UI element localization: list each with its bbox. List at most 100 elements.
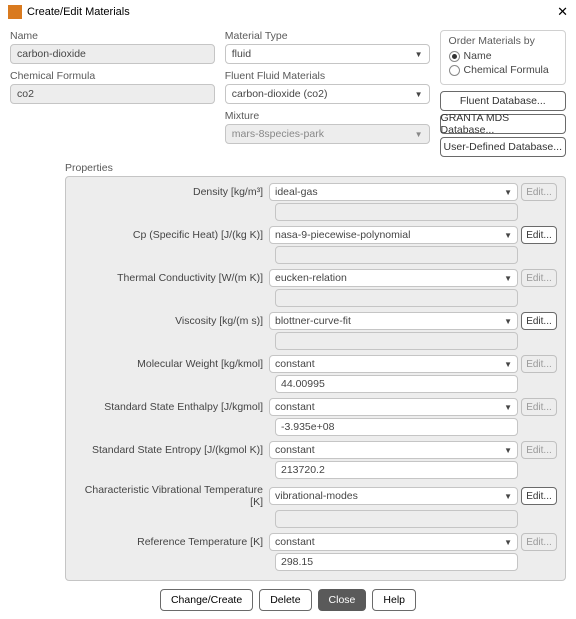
order-by-name-radio[interactable]: Name	[449, 50, 557, 62]
window-title: Create/Edit Materials	[27, 6, 557, 18]
property-method-dropdown[interactable]: constant▼	[269, 441, 518, 459]
order-by-formula-text: Chemical Formula	[464, 64, 549, 76]
chevron-down-icon: ▼	[504, 403, 512, 412]
property-value-field[interactable]: 298.15	[275, 553, 518, 571]
radio-icon	[449, 51, 460, 62]
property-row: Viscosity [kg/(m s)] blottner-curve-fit ▼ E…	[74, 312, 557, 330]
property-method-dropdown[interactable]: constant▼	[269, 355, 518, 373]
chevron-down-icon: ▼	[415, 130, 423, 139]
chevron-down-icon: ▼	[415, 50, 423, 59]
property-method-dropdown[interactable]: nasa-9-piecewise-polynomial▼	[269, 226, 518, 244]
order-by-group: Order Materials by Name Chemical Formula	[440, 30, 566, 85]
property-label: Viscosity [kg/(m s)]	[74, 315, 269, 327]
property-label: Standard State Enthalpy [J/kgmol]	[74, 401, 269, 413]
property-method-dropdown[interactable]: eucken-relation ▼	[269, 269, 518, 287]
property-label: Reference Temperature [K]	[74, 536, 269, 548]
edit-button: Edit...	[521, 441, 557, 459]
material-type-dropdown[interactable]: fluid ▼	[225, 44, 430, 64]
property-value-row: -3.935e+08	[74, 418, 557, 436]
property-method-dropdown[interactable]: blottner-curve-fit ▼	[269, 312, 518, 330]
property-label: Cp (Specific Heat) [J/(kg K)]	[74, 229, 269, 241]
chevron-down-icon: ▼	[504, 231, 512, 240]
formula-field[interactable]: co2	[10, 84, 215, 104]
material-type-label: Material Type	[225, 30, 430, 42]
property-row: Molecular Weight [kg/kmol]constant▼Edit.…	[74, 355, 557, 373]
property-method-value: blottner-curve-fit	[275, 315, 351, 327]
footer: Change/Create Delete Close Help	[0, 581, 576, 619]
properties-box: Density [kg/m³]ideal-gas▼Edit...Cp (Spec…	[65, 176, 566, 581]
property-value-row	[74, 289, 557, 307]
chevron-down-icon: ▼	[504, 492, 512, 501]
property-value-field	[275, 332, 518, 350]
change-create-button[interactable]: Change/Create	[160, 589, 253, 611]
property-value-row	[74, 510, 557, 528]
properties-label: Properties	[65, 162, 566, 174]
material-type-value: fluid	[232, 48, 251, 60]
close-button[interactable]: Close	[318, 589, 367, 611]
order-by-label: Order Materials by	[449, 35, 557, 47]
property-value-row	[74, 332, 557, 350]
help-button[interactable]: Help	[372, 589, 416, 611]
edit-button: Edit...	[521, 269, 557, 287]
property-label: Density [kg/m³]	[74, 186, 269, 198]
property-method-value: eucken-relation	[275, 272, 347, 284]
chevron-down-icon: ▼	[504, 360, 512, 369]
property-value-field	[275, 203, 518, 221]
property-method-dropdown[interactable]: constant ▼	[269, 398, 518, 416]
property-value-row: 298.15	[74, 553, 557, 571]
property-method-value: constant	[275, 536, 315, 548]
edit-button[interactable]: Edit...	[521, 312, 557, 330]
property-row: Density [kg/m³]ideal-gas▼Edit...	[74, 183, 557, 201]
fluent-materials-label: Fluent Fluid Materials	[225, 70, 430, 82]
property-value-row	[74, 246, 557, 264]
radio-icon	[449, 65, 460, 76]
name-field[interactable]: carbon-dioxide	[10, 44, 215, 64]
property-label: Characteristic Vibrational Temperature […	[74, 484, 269, 508]
edit-button[interactable]: Edit...	[521, 226, 557, 244]
property-row: Cp (Specific Heat) [J/(kg K)]nasa-9-piec…	[74, 226, 557, 244]
app-icon	[8, 5, 22, 19]
delete-button[interactable]: Delete	[259, 589, 311, 611]
property-row: Reference Temperature [K]constant▼Edit..…	[74, 533, 557, 551]
property-value-field[interactable]: 44.00995	[275, 375, 518, 393]
order-by-name-text: Name	[464, 50, 492, 62]
fluent-materials-value: carbon-dioxide (co2)	[232, 88, 328, 100]
edit-button: Edit...	[521, 398, 557, 416]
mixture-label: Mixture	[225, 110, 430, 122]
chevron-down-icon: ▼	[415, 90, 423, 99]
property-row: Thermal Conductivity [W/(m K)]eucken-rel…	[74, 269, 557, 287]
property-method-value: constant	[275, 401, 315, 413]
chevron-down-icon: ▼	[504, 274, 512, 283]
property-value-field	[275, 510, 518, 528]
chevron-down-icon: ▼	[504, 317, 512, 326]
edit-button: Edit...	[521, 355, 557, 373]
chevron-down-icon: ▼	[504, 446, 512, 455]
property-value-row: 44.00995	[74, 375, 557, 393]
name-label: Name	[10, 30, 215, 42]
fluent-database-button[interactable]: Fluent Database...	[440, 91, 566, 111]
mixture-dropdown: mars-8species-park ▼	[225, 124, 430, 144]
edit-button: Edit...	[521, 533, 557, 551]
mixture-value: mars-8species-park	[232, 128, 324, 140]
property-value-field	[275, 246, 518, 264]
property-value-field[interactable]: -3.935e+08	[275, 418, 518, 436]
property-method-dropdown[interactable]: constant▼	[269, 533, 518, 551]
property-method-dropdown[interactable]: ideal-gas▼	[269, 183, 518, 201]
order-by-formula-radio[interactable]: Chemical Formula	[449, 64, 557, 76]
user-database-button[interactable]: User-Defined Database...	[440, 137, 566, 157]
property-value-field[interactable]: 213720.2	[275, 461, 518, 479]
fluent-materials-dropdown[interactable]: carbon-dioxide (co2) ▼	[225, 84, 430, 104]
property-value-field	[275, 289, 518, 307]
chevron-down-icon: ▼	[504, 188, 512, 197]
property-row: Standard State Entropy [J/(kgmol K)]cons…	[74, 441, 557, 459]
granta-database-button[interactable]: GRANTA MDS Database...	[440, 114, 566, 134]
property-label: Thermal Conductivity [W/(m K)]	[74, 272, 269, 284]
property-label: Standard State Entropy [J/(kgmol K)]	[74, 444, 269, 456]
property-label: Molecular Weight [kg/kmol]	[74, 358, 269, 370]
close-icon[interactable]: ✕	[557, 4, 568, 20]
titlebar: Create/Edit Materials ✕	[0, 0, 576, 24]
edit-button: Edit...	[521, 183, 557, 201]
property-method-dropdown[interactable]: vibrational-modes▼	[269, 487, 518, 505]
edit-button[interactable]: Edit...	[521, 487, 557, 505]
property-row: Characteristic Vibrational Temperature […	[74, 484, 557, 508]
